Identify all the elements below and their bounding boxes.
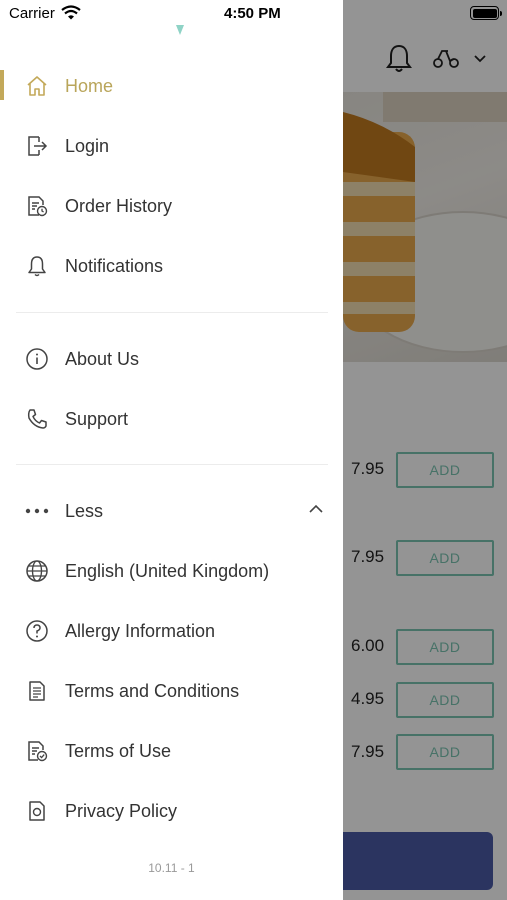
wifi-icon	[61, 5, 81, 20]
navigation-drawer: Home Login Order History Notifications A…	[0, 0, 343, 900]
menu-item-label: Login	[65, 135, 110, 156]
bell-icon	[24, 253, 50, 279]
order-history-icon	[24, 193, 50, 219]
menu-item-terms-and-conditions[interactable]: Terms and Conditions	[0, 667, 343, 715]
menu-item-support[interactable]: Support	[0, 395, 343, 443]
divider	[16, 312, 328, 313]
globe-icon	[24, 558, 50, 584]
menu-item-terms-of-use[interactable]: Terms of Use	[0, 727, 343, 775]
divider	[16, 464, 328, 465]
menu-item-label: Terms and Conditions	[65, 680, 240, 701]
menu-item-label: Privacy Policy	[65, 800, 178, 821]
chevron-up-icon	[309, 504, 327, 518]
menu-item-label: Notifications	[65, 255, 164, 276]
menu-item-label: Less	[65, 500, 104, 521]
menu-item-login[interactable]: Login	[0, 122, 343, 170]
document-check-icon	[24, 738, 50, 764]
menu-item-label: About Us	[65, 348, 140, 369]
menu-item-notifications[interactable]: Notifications	[0, 242, 343, 290]
clock-label: 4:50 PM	[224, 5, 281, 22]
info-icon	[24, 346, 50, 372]
battery-icon	[470, 6, 502, 20]
menu-item-home[interactable]: Home	[0, 62, 343, 110]
document-icon	[24, 678, 50, 704]
menu-item-order-history[interactable]: Order History	[0, 182, 343, 230]
carrier-label: Carrier	[9, 5, 55, 22]
menu-toggle-less[interactable]: Less	[0, 487, 343, 535]
login-icon	[24, 133, 50, 159]
menu-item-label: Terms of Use	[65, 740, 172, 761]
menu-item-language[interactable]: English (United Kingdom)	[0, 547, 343, 595]
menu-item-allergy-information[interactable]: Allergy Information	[0, 607, 343, 655]
menu-item-label: Home	[65, 75, 114, 96]
menu-item-privacy-policy[interactable]: Privacy Policy	[0, 787, 343, 835]
menu-item-label: Support	[65, 408, 129, 429]
menu-item-about-us[interactable]: About Us	[0, 335, 343, 383]
question-icon	[24, 618, 50, 644]
menu-item-label: Order History	[65, 195, 173, 216]
menu-item-label: Allergy Information	[65, 620, 216, 641]
menu-item-label: English (United Kingdom)	[65, 560, 270, 581]
app-version: 10.11 - 1	[148, 861, 195, 875]
status-bar: Carrier 4:50 PM	[0, 0, 507, 28]
more-dots-icon	[24, 498, 50, 524]
phone-icon	[24, 406, 50, 432]
home-icon	[24, 73, 50, 99]
privacy-icon	[24, 798, 50, 824]
